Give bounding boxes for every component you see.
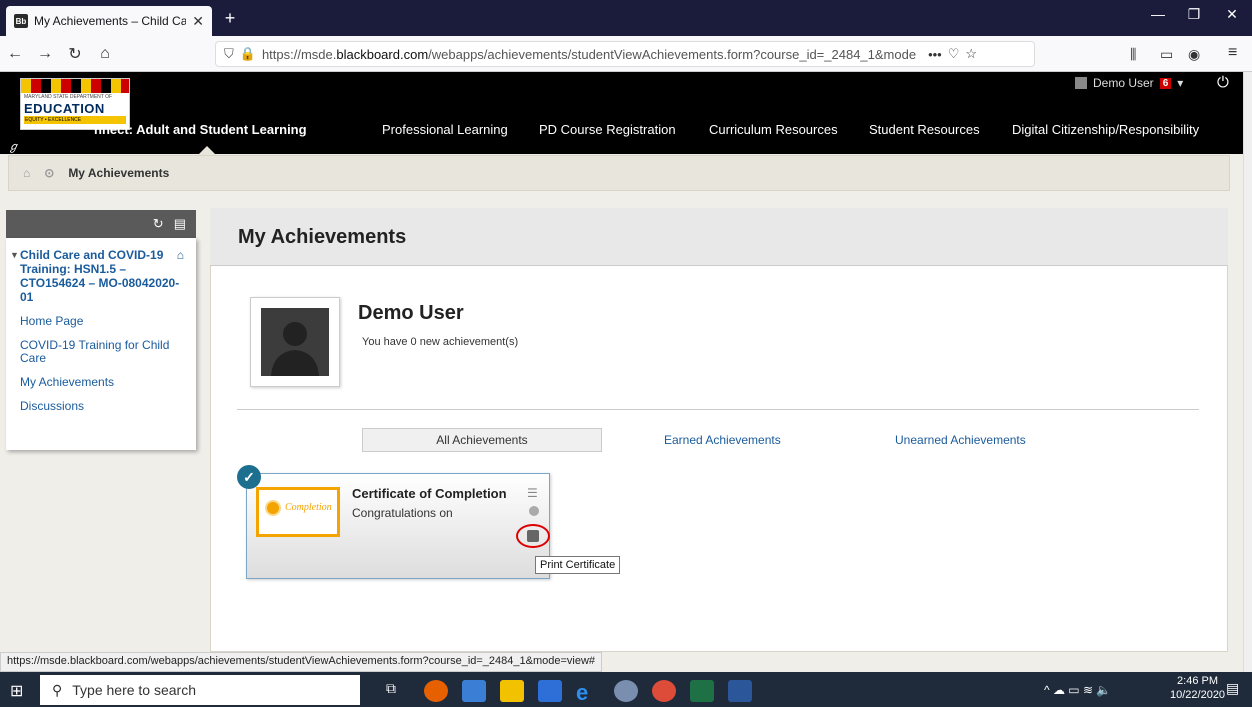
details-list-icon[interactable]: ☰ bbox=[527, 486, 538, 500]
blackboard-favicon-icon: Bb bbox=[14, 14, 28, 28]
nav-tab-digital-citizenship[interactable]: Digital Citizenship/Responsibility bbox=[1012, 122, 1199, 137]
address-bar[interactable]: ⛉ 🔒 https://msde. blackboard.com/webapps/… bbox=[215, 41, 1035, 67]
page-title: My Achievements bbox=[238, 226, 407, 248]
windows-start-icon[interactable]: ⊞ bbox=[10, 681, 28, 700]
library-icon[interactable]: ⫼ bbox=[1130, 46, 1136, 63]
account-icon[interactable]: ◉ bbox=[1188, 46, 1200, 63]
divider bbox=[237, 409, 1199, 410]
folder-view-icon[interactable]: ▤ bbox=[174, 216, 186, 232]
filter-all-achievements[interactable]: All Achievements bbox=[362, 428, 602, 452]
minimize-icon[interactable]: — bbox=[1138, 6, 1178, 22]
sidebar-icon[interactable]: ▭ bbox=[1160, 46, 1173, 63]
seal-icon bbox=[265, 500, 281, 516]
clock-date: 10/22/2020 bbox=[1170, 689, 1226, 701]
site-header bbox=[0, 72, 1243, 154]
menu-item-discussions[interactable]: Discussions bbox=[20, 400, 188, 413]
edit-mode-icon[interactable]: ℊ bbox=[8, 138, 19, 154]
restore-icon[interactable]: ❐ bbox=[1174, 6, 1214, 23]
avatar bbox=[250, 297, 340, 387]
maryland-flag-icon bbox=[21, 79, 129, 93]
menu-icon[interactable]: ≡ bbox=[1228, 44, 1237, 62]
menu-item-my-achievements[interactable]: My Achievements bbox=[20, 376, 188, 389]
filter-unearned-achievements[interactable]: Unearned Achievements bbox=[895, 433, 1026, 447]
notification-center-icon[interactable]: ▤ bbox=[1226, 680, 1239, 697]
url-host: blackboard.com bbox=[336, 46, 429, 62]
menu-item-home-page[interactable]: Home Page bbox=[20, 315, 188, 328]
nav-tab-curriculum-resources[interactable]: Curriculum Resources bbox=[709, 122, 838, 137]
app-icon[interactable] bbox=[462, 680, 486, 702]
print-icon[interactable] bbox=[527, 530, 539, 542]
menu-item-covid-training[interactable]: COVID-19 Training for Child Care bbox=[20, 339, 188, 365]
active-tab-indicator bbox=[198, 146, 216, 155]
search-icon: ⚲ bbox=[52, 681, 63, 698]
achievement-description: Congratulations on bbox=[352, 506, 453, 520]
logo-title: EDUCATION bbox=[24, 101, 105, 116]
course-title: Child Care and COVID-19 Training: HSN1.5… bbox=[20, 248, 180, 304]
user-name: Demo User bbox=[358, 302, 464, 324]
clock-time: 2:46 PM bbox=[1177, 675, 1219, 687]
nav-tab-professional-learning[interactable]: Professional Learning bbox=[382, 122, 508, 137]
breadcrumb-current: My Achievements bbox=[68, 166, 170, 180]
close-tab-icon[interactable]: ✕ bbox=[192, 13, 204, 30]
course-menu: ▼ Child Care and COVID-19 Training: HSN1… bbox=[6, 238, 196, 450]
search-placeholder: Type here to search bbox=[72, 682, 197, 698]
new-achievements-text: You have 0 new achievement(s) bbox=[362, 336, 519, 348]
achievement-title: Certificate of Completion bbox=[352, 486, 507, 501]
crumb-menu-icon[interactable]: ⊙ bbox=[44, 166, 54, 180]
nav-tab-student-resources[interactable]: Student Resources bbox=[869, 122, 980, 137]
home-crumb-icon[interactable]: ⌂ bbox=[23, 166, 30, 180]
edge-icon[interactable]: e bbox=[576, 680, 600, 705]
global-user-name: Demo User bbox=[1093, 76, 1154, 90]
logo-subtitle: MARYLAND STATE DEPARTMENT OF bbox=[24, 94, 113, 100]
close-window-icon[interactable]: ✕ bbox=[1212, 6, 1252, 23]
forward-icon[interactable]: → bbox=[30, 45, 60, 63]
url-prefix: https://msde. bbox=[261, 46, 337, 62]
page-actions-icon[interactable]: ••• bbox=[928, 47, 942, 62]
app2-icon[interactable] bbox=[614, 680, 638, 702]
tab-title: My Achievements – Child Care bbox=[34, 14, 187, 28]
filter-earned-achievements[interactable]: Earned Achievements bbox=[664, 433, 781, 447]
taskbar-clock[interactable]: 2:46 PM 10/22/2020 bbox=[1170, 674, 1225, 702]
task-view-icon[interactable]: ⧉ bbox=[386, 680, 410, 702]
system-tray[interactable]: ^ ☁ ▭ ≋ 🔈 bbox=[1044, 683, 1111, 697]
store-icon[interactable] bbox=[538, 680, 562, 702]
chrome-icon[interactable] bbox=[652, 680, 676, 702]
bookmark-star-icon[interactable]: ☆ bbox=[965, 46, 977, 62]
taskbar-search-input[interactable]: ⚲ Type here to search bbox=[40, 675, 360, 705]
notification-badge: 6 bbox=[1159, 77, 1172, 89]
certificate-image-text: Completion bbox=[285, 502, 332, 513]
shield-icon[interactable]: ⛉ bbox=[224, 46, 234, 62]
certificate-image: Completion bbox=[256, 487, 340, 537]
logout-icon[interactable]: ⏻ bbox=[1217, 74, 1229, 91]
status-url: https://msde.blackboard.com/webapps/achi… bbox=[0, 652, 603, 672]
file-explorer-icon[interactable] bbox=[500, 680, 524, 702]
pocket-icon[interactable]: ♡ bbox=[948, 46, 960, 62]
refresh-icon[interactable]: ↻ bbox=[153, 216, 164, 232]
reload-icon[interactable]: ↻ bbox=[60, 44, 90, 64]
scrollbar[interactable] bbox=[1243, 72, 1252, 672]
course-menu-header: ↻ ▤ bbox=[6, 210, 196, 238]
url-path: /webapps/achievements/studentViewAchieve… bbox=[428, 46, 917, 62]
back-icon[interactable]: ← bbox=[0, 45, 30, 63]
print-tooltip: Print Certificate bbox=[535, 556, 621, 574]
breadcrumb: ⌂ ⊙ My Achievements bbox=[8, 155, 1230, 191]
new-tab-icon[interactable]: + bbox=[218, 6, 242, 30]
home-icon[interactable]: ⌂ bbox=[90, 45, 120, 63]
firefox-icon[interactable] bbox=[424, 680, 448, 702]
user-silhouette-icon bbox=[261, 308, 329, 376]
nav-tab-connect[interactable]: nnect: Adult and Student Learning bbox=[94, 122, 307, 137]
word-icon[interactable] bbox=[728, 680, 752, 702]
status-dot-icon bbox=[529, 506, 539, 516]
collapse-triangle-icon[interactable]: ▼ bbox=[10, 248, 19, 262]
course-title-link[interactable]: ▼ Child Care and COVID-19 Training: HSN1… bbox=[10, 248, 188, 304]
global-nav-user[interactable]: Demo User 6 ▾ bbox=[1075, 76, 1183, 90]
excel-icon[interactable] bbox=[690, 680, 714, 702]
browser-tab[interactable]: Bb My Achievements – Child Care ✕ bbox=[6, 6, 212, 36]
earned-check-icon: ✓ bbox=[237, 465, 261, 489]
user-avatar-icon bbox=[1075, 77, 1087, 89]
course-home-icon[interactable]: ⌂ bbox=[177, 248, 184, 262]
lock-icon[interactable]: 🔒 bbox=[240, 46, 256, 62]
chevron-down-icon: ▾ bbox=[1177, 76, 1184, 90]
nav-tab-pd-course-registration[interactable]: PD Course Registration bbox=[539, 122, 676, 137]
